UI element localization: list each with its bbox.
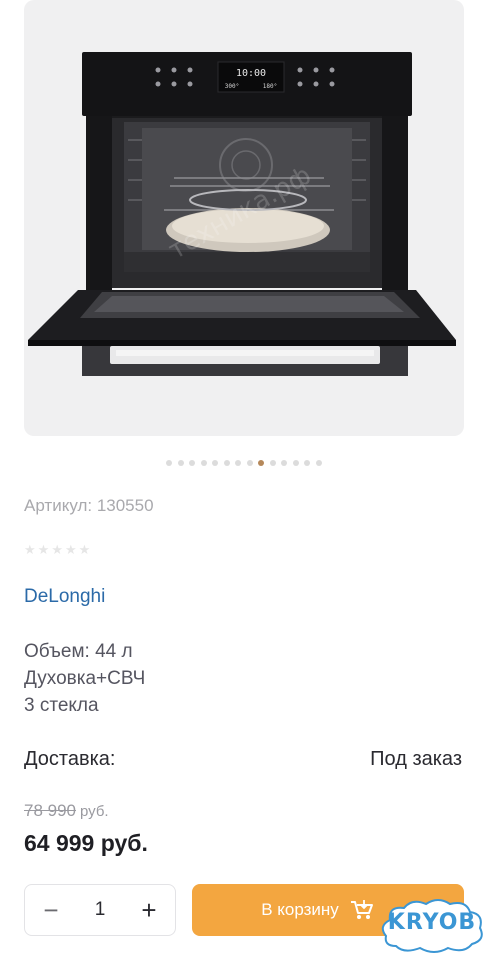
- current-price: 64 999 руб.: [24, 830, 148, 856]
- quantity-value[interactable]: 1: [95, 899, 106, 921]
- old-price-value: 78 990: [24, 801, 76, 820]
- rating-stars[interactable]: ★ ★ ★ ★ ★: [24, 543, 90, 556]
- spec-volume: Объем: 44 л: [24, 641, 133, 662]
- kryob-badge: KRYOB: [378, 896, 486, 956]
- decrease-quantity-button[interactable]: −: [41, 897, 61, 923]
- badge-text: KRYOB: [387, 910, 477, 935]
- gallery-dot[interactable]: [189, 460, 196, 466]
- star-icon: ★: [51, 542, 63, 557]
- delivery-value: Под заказ: [370, 748, 462, 770]
- spec-glass: 3 стекла: [24, 695, 99, 716]
- gallery-dot[interactable]: [235, 460, 242, 466]
- gallery-pagination[interactable]: [0, 460, 488, 466]
- gallery-dot[interactable]: [315, 460, 322, 466]
- cart-icon: [350, 900, 373, 919]
- product-image-gallery[interactable]: 10:00 300° 180° техника.рф: [24, 0, 464, 436]
- star-icon: ★: [78, 542, 91, 557]
- star-icon: ★: [24, 542, 36, 557]
- gallery-dot[interactable]: [223, 460, 230, 466]
- gallery-dot[interactable]: [281, 460, 288, 466]
- gallery-dot[interactable]: [212, 460, 219, 466]
- oven-display-temp-left: 300°: [225, 83, 239, 90]
- delivery-label: Доставка:: [24, 748, 116, 770]
- gallery-dot[interactable]: [269, 460, 276, 466]
- oven-display-temp-right: 180°: [263, 83, 277, 90]
- oven-display-clock: 10:00: [236, 68, 266, 79]
- gallery-dot[interactable]: [177, 460, 184, 466]
- old-price-currency: руб.: [80, 803, 109, 820]
- add-to-cart-label: В корзину: [261, 900, 339, 919]
- gallery-dot[interactable]: [246, 460, 253, 466]
- gallery-dot-active[interactable]: [258, 460, 265, 466]
- star-icon: ★: [37, 542, 50, 557]
- spec-type: Духовка+СВЧ: [24, 668, 146, 689]
- product-specs: Объем: 44 л Духовка+СВЧ 3 стекла: [24, 638, 145, 719]
- old-price: 78 990 руб.: [24, 801, 109, 821]
- gallery-dot[interactable]: [200, 460, 207, 466]
- product-sku: Артикул: 130550: [24, 496, 154, 515]
- gallery-dot[interactable]: [166, 460, 173, 466]
- star-icon: ★: [64, 542, 77, 557]
- gallery-dot[interactable]: [292, 460, 299, 466]
- quantity-stepper: − 1 +: [24, 884, 176, 936]
- oven-product-image: 10:00 300° 180° техника.рф: [28, 52, 456, 376]
- gallery-dot[interactable]: [304, 460, 311, 466]
- brand-link[interactable]: DeLonghi: [24, 586, 105, 608]
- increase-quantity-button[interactable]: +: [139, 897, 159, 923]
